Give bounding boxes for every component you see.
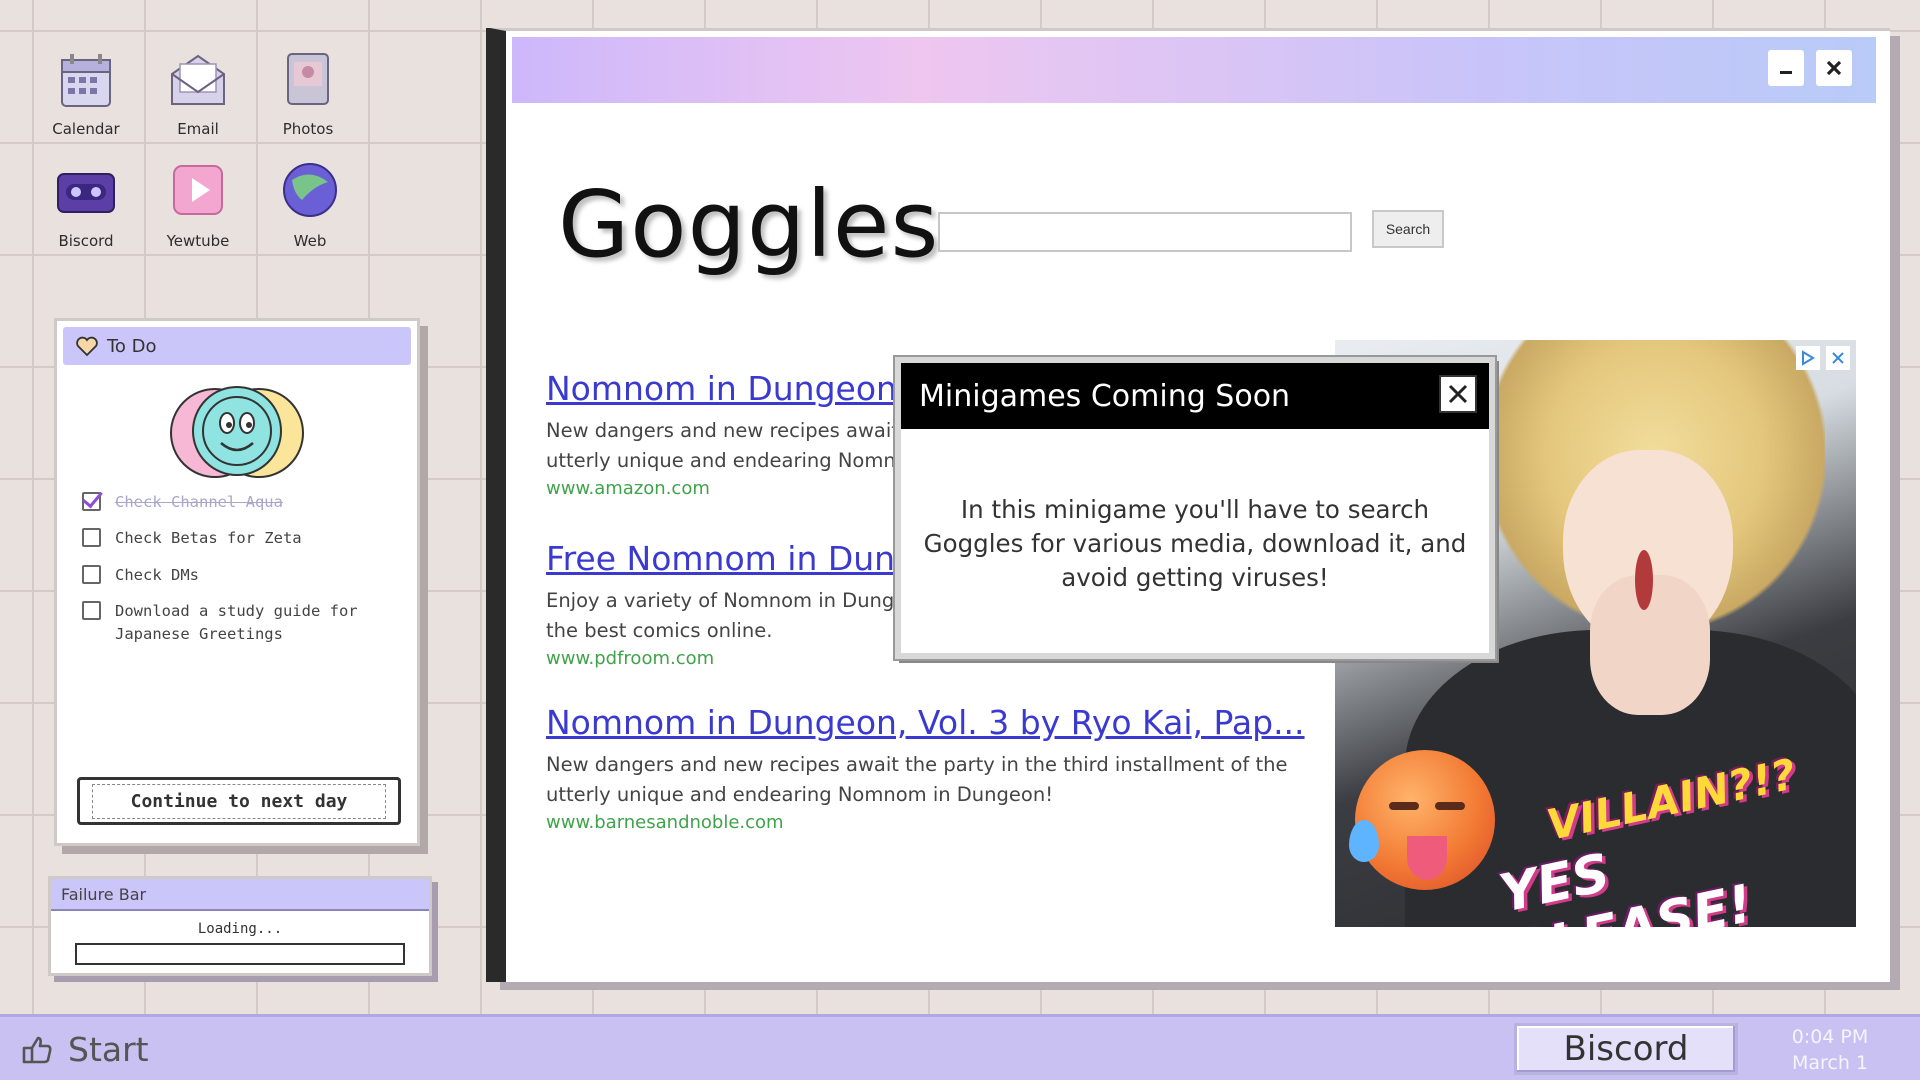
result-url-link[interactable]: www.barnesandnoble.com <box>546 812 1326 833</box>
checkbox[interactable] <box>82 528 101 548</box>
desktop-icon-label: Biscord <box>58 232 114 250</box>
continue-next-day-label: Continue to next day <box>91 783 387 819</box>
goggles-logo: Goggles <box>558 171 940 278</box>
failure-progress-track <box>75 943 405 965</box>
failure-bar-status: Loading... <box>197 921 283 937</box>
search-button[interactable]: Search <box>1372 210 1444 248</box>
emoji-tongue <box>1407 836 1447 880</box>
web-icon <box>283 163 337 217</box>
todo-panel: To Do Check Channel Aqua Check Betas for… <box>54 318 420 846</box>
modal-body: In this minigame you'll have to search G… <box>923 495 1467 592</box>
clock-time: 0:04 PM <box>1791 1026 1869 1048</box>
smiley-avatar-icon <box>170 386 304 478</box>
failure-bar-title: Failure Bar <box>51 879 429 911</box>
checkbox[interactable] <box>82 564 101 584</box>
ad-close-icon <box>1832 352 1844 364</box>
taskbar: Start Biscord 0:04 PM March 1 <box>0 1014 1920 1080</box>
desktop-icon-calendar[interactable]: Calendar <box>36 44 136 138</box>
continue-next-day-button[interactable]: Continue to next day <box>77 777 401 825</box>
start-button[interactable]: Start <box>20 1027 149 1071</box>
failure-bar-panel: Failure Bar Loading... <box>48 876 432 976</box>
modal-title: Minigames Coming Soon <box>919 378 1291 414</box>
close-icon <box>1826 60 1842 76</box>
minimize-icon <box>1780 71 1792 74</box>
todo-title: To Do <box>107 335 157 357</box>
todo-item[interactable]: Download a study guide for Japanese Gree… <box>82 600 417 645</box>
calendar-icon <box>61 54 111 107</box>
window-close-button[interactable] <box>1816 50 1852 86</box>
emoji-eye <box>1435 802 1465 810</box>
search-input[interactable] <box>938 212 1352 252</box>
ad-close-button[interactable] <box>1826 346 1850 370</box>
emoji-eye <box>1389 802 1419 810</box>
todo-item[interactable]: Check Channel Aqua <box>82 491 417 513</box>
ad-choices-icon <box>1802 350 1815 366</box>
todo-item[interactable]: Check Betas for Zeta <box>82 527 417 549</box>
desktop-icon-web[interactable]: Web <box>260 156 360 250</box>
close-icon <box>1448 384 1468 404</box>
browser-titlebar[interactable] <box>512 37 1876 103</box>
checkbox[interactable] <box>82 601 101 621</box>
desktop-icon-label: Web <box>293 232 327 250</box>
result-title-link[interactable]: Nomnom in Dungeon, Vol. 3 by Ryo Kai, Pa… <box>546 703 1326 742</box>
todo-list: Check Channel Aqua Check Betas for Zeta … <box>57 491 417 645</box>
heart-icon <box>76 336 98 357</box>
hot-face-emoji-icon <box>1349 750 1495 890</box>
todo-item[interactable]: Check DMs <box>82 564 417 586</box>
todo-header: To Do <box>63 327 411 365</box>
start-label: Start <box>68 1029 149 1069</box>
desktop-icon-label: Photos <box>282 120 334 138</box>
todo-item-text: Check DMs <box>115 565 199 584</box>
start-icon <box>22 1036 52 1064</box>
taskbar-app-biscord[interactable]: Biscord <box>1514 1023 1738 1075</box>
desktop-icon-yewtube[interactable]: Yewtube <box>148 156 248 250</box>
biscord-icon <box>57 173 115 213</box>
photos-icon <box>287 53 329 105</box>
clock-date: March 1 <box>1791 1051 1869 1074</box>
todo-item-text: Check Channel Aqua <box>115 493 283 511</box>
todo-item-text: Check Betas for Zeta <box>115 529 302 548</box>
sweat-drop-icon <box>1349 820 1379 862</box>
modal-close-button[interactable] <box>1439 375 1477 413</box>
modal-header: Minigames Coming Soon <box>901 363 1489 429</box>
desktop-icon-email[interactable]: Email <box>148 44 248 138</box>
minimize-button[interactable] <box>1768 50 1804 86</box>
checkbox-checked[interactable] <box>82 492 101 511</box>
minigame-modal: Minigames Coming Soon In this minigame y… <box>895 357 1495 659</box>
ad-illustration-blood <box>1635 550 1653 610</box>
desktop-icon-label: Email <box>177 120 219 138</box>
desktop-icon-label: Yewtube <box>166 232 230 250</box>
desktop-icon-biscord[interactable]: Biscord <box>36 156 136 250</box>
desktop-icon-label: Calendar <box>52 120 120 138</box>
desktop-icon-photos[interactable]: Photos <box>258 44 358 138</box>
todo-item-text: Download a study guide for Japanese Gree… <box>115 602 358 643</box>
email-icon <box>171 54 225 105</box>
yewtube-icon <box>173 165 223 215</box>
ad-choices-button[interactable] <box>1796 346 1820 370</box>
taskbar-clock: 0:04 PM March 1 <box>1770 1025 1890 1076</box>
search-result: Nomnom in Dungeon, Vol. 3 by Ryo Kai, Pa… <box>546 703 1326 833</box>
result-description: New dangers and new recipes await the pa… <box>546 753 1288 807</box>
